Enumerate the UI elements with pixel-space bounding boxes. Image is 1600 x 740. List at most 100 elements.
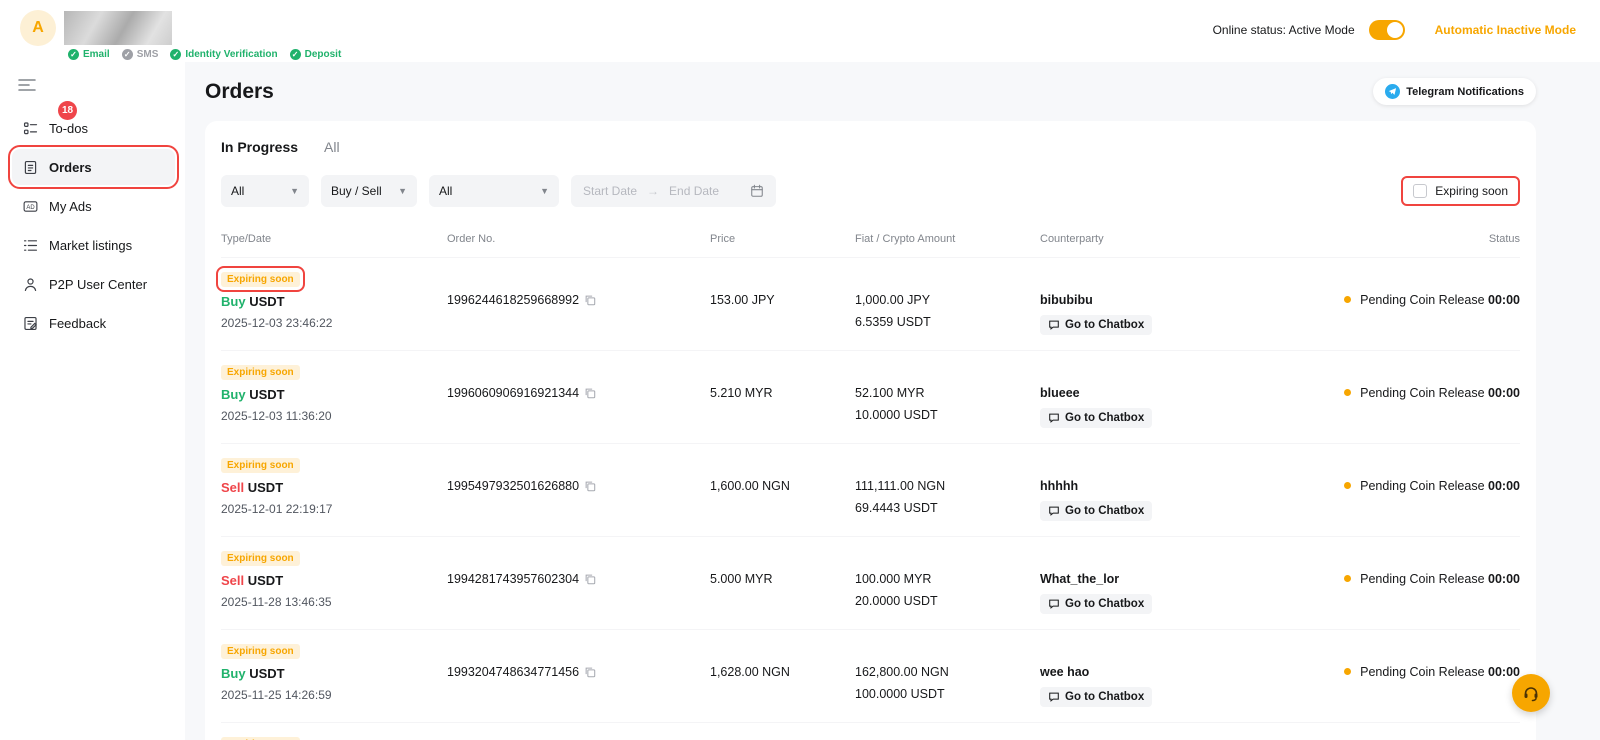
expiring-soon-filter[interactable]: Expiring soon	[1401, 176, 1520, 206]
go-to-chatbox-button[interactable]: Go to Chatbox	[1040, 501, 1152, 521]
fiat-amount: 100.000 MYR	[855, 572, 1040, 586]
crypto-amount: 6.5359 USDT	[855, 315, 1040, 329]
counterparty-cell: hhhhh Go to Chatbox	[1040, 457, 1290, 521]
status-dot-icon	[1344, 389, 1351, 396]
status-cell: Pending Coin Release 00:00	[1290, 364, 1520, 400]
copy-icon[interactable]	[584, 573, 596, 585]
sidebar-item-p2p-user-center[interactable]: P2P User Center	[12, 266, 175, 302]
order-asset: USDT	[248, 480, 283, 495]
status-filter-select[interactable]: All ▼	[429, 175, 559, 207]
status-dot-icon	[1344, 668, 1351, 675]
go-to-chatbox-label: Go to Chatbox	[1065, 505, 1144, 517]
check-icon: ✓	[122, 49, 133, 60]
check-icon: ✓	[170, 49, 181, 60]
status-dot-icon	[1344, 482, 1351, 489]
sidebar-item-market-listings[interactable]: Market listings	[12, 227, 175, 263]
side-filter-select[interactable]: Buy / Sell ▼	[321, 175, 417, 207]
avatar[interactable]: A	[20, 10, 56, 46]
type-date-cell: Expiring soon Buy USDT 2025-12-03 23:46:…	[221, 271, 447, 330]
table-header: Type/Date Order No. Price Fiat / Crypto …	[221, 233, 1520, 257]
expiring-soon-checkbox[interactable]	[1413, 184, 1427, 198]
tab-all[interactable]: All	[324, 139, 340, 155]
automatic-inactive-mode-link[interactable]: Automatic Inactive Mode	[1435, 23, 1576, 37]
page-title: Orders	[205, 80, 274, 104]
copy-icon[interactable]	[584, 294, 596, 306]
chevron-down-icon: ▼	[540, 186, 549, 196]
counterparty-name[interactable]: What_the_lor	[1040, 550, 1290, 586]
counterparty-cell: kukuruza Go to Chatbox	[1040, 736, 1290, 740]
status-text: Pending Coin Release	[1360, 386, 1484, 400]
user-icon	[22, 276, 39, 293]
status-dot-icon	[1344, 575, 1351, 582]
chevron-down-icon: ▼	[290, 186, 299, 196]
type-filter-select[interactable]: All ▼	[221, 175, 309, 207]
sidebar-item-label: Feedback	[49, 316, 106, 331]
order-no-cell: 1994281743957602304	[447, 550, 710, 586]
type-date-cell: Expiring soon Buy USDT 2025-11-25 14:26:…	[221, 643, 447, 702]
go-to-chatbox-button[interactable]: Go to Chatbox	[1040, 315, 1152, 335]
counterparty-name[interactable]: kukuruza	[1040, 736, 1290, 740]
status-timer: 00:00	[1488, 572, 1520, 586]
col-header-counterparty: Counterparty	[1040, 233, 1290, 245]
sidebar-item-orders[interactable]: Orders	[12, 149, 175, 185]
order-no-cell: 1996060906916921344	[447, 364, 710, 400]
expiring-soon-tag-wrap: Expiring soon	[221, 643, 300, 659]
counterparty-name[interactable]: blueee	[1040, 364, 1290, 400]
expiring-soon-tag-wrap: Expiring soon	[221, 736, 300, 740]
fiat-amount: 111,111.00 NGN	[855, 479, 1040, 493]
online-status-label: Online status: Active Mode	[1213, 23, 1355, 37]
ad-icon: AD	[22, 198, 39, 215]
telegram-notifications-button[interactable]: Telegram Notifications	[1373, 78, 1536, 105]
sidebar-item-my-ads[interactable]: AD My Ads	[12, 188, 175, 224]
col-header-status: Status	[1290, 233, 1520, 245]
verification-badge-label: Email	[83, 49, 110, 60]
sidebar: To-dos 18 Orders AD My Ads Market listin…	[0, 62, 185, 740]
expiring-soon-tag: Expiring soon	[221, 365, 300, 380]
go-to-chatbox-button[interactable]: Go to Chatbox	[1040, 687, 1152, 707]
order-asset: USDT	[249, 666, 284, 681]
crypto-amount: 100.0000 USDT	[855, 687, 1040, 701]
sidebar-item-label: P2P User Center	[49, 277, 147, 292]
order-side: Sell	[221, 573, 244, 588]
go-to-chatbox-button[interactable]: Go to Chatbox	[1040, 594, 1152, 614]
order-price: 5.210 MYR	[710, 364, 855, 400]
verification-badge: ✓ SMS	[122, 49, 159, 60]
crypto-amount: 69.4443 USDT	[855, 501, 1040, 515]
order-price: 153.00 JPY	[710, 271, 855, 307]
go-to-chatbox-button[interactable]: Go to Chatbox	[1040, 408, 1152, 428]
verification-badge: ✓ Deposit	[290, 49, 342, 60]
status-text: Pending Coin Release	[1360, 665, 1484, 679]
expiring-soon-tag: Expiring soon	[221, 458, 300, 473]
status-timer: 00:00	[1488, 386, 1520, 400]
amount-cell: 100.000 MYR 20.0000 USDT	[855, 550, 1040, 608]
tab-in-progress[interactable]: In Progress	[221, 139, 298, 155]
order-no-cell: 1991065578842554368	[447, 736, 710, 740]
order-side: Buy	[221, 666, 246, 681]
counterparty-name[interactable]: wee hao	[1040, 643, 1290, 679]
telegram-notifications-label: Telegram Notifications	[1406, 86, 1524, 98]
expiring-soon-tag-wrap: Expiring soon	[221, 271, 300, 287]
sidebar-item-todos[interactable]: To-dos 18	[12, 110, 175, 146]
order-no: 1996060906916921344	[447, 386, 579, 400]
copy-icon[interactable]	[584, 387, 596, 399]
sidebar-item-feedback[interactable]: Feedback	[12, 305, 175, 341]
verification-badge: ✓ Email	[68, 49, 110, 60]
telegram-icon	[1385, 84, 1400, 99]
customer-support-button[interactable]	[1512, 674, 1550, 712]
status-cell: Pending Coin Release 00:00	[1290, 550, 1520, 586]
copy-icon[interactable]	[584, 666, 596, 678]
chevron-down-icon: ▼	[398, 186, 407, 196]
counterparty-name[interactable]: bibubibu	[1040, 271, 1290, 307]
date-range-picker[interactable]: Start Date → End Date	[571, 175, 776, 207]
copy-icon[interactable]	[584, 480, 596, 492]
verification-badge-label: Identity Verification	[185, 49, 277, 60]
fiat-amount: 162,800.00 NGN	[855, 665, 1040, 679]
counterparty-name[interactable]: hhhhh	[1040, 457, 1290, 493]
online-status-toggle[interactable]	[1369, 20, 1405, 40]
expiring-soon-tag: Expiring soon	[221, 644, 300, 659]
order-no: 1993204748634771456	[447, 665, 579, 679]
expiring-soon-label: Expiring soon	[1435, 184, 1508, 198]
sidebar-collapse-icon[interactable]	[18, 78, 36, 92]
order-datetime: 2025-11-25 14:26:59	[221, 688, 447, 702]
order-row: Expiring soon Sell USDT 2025-12-01 22:19…	[221, 443, 1520, 536]
